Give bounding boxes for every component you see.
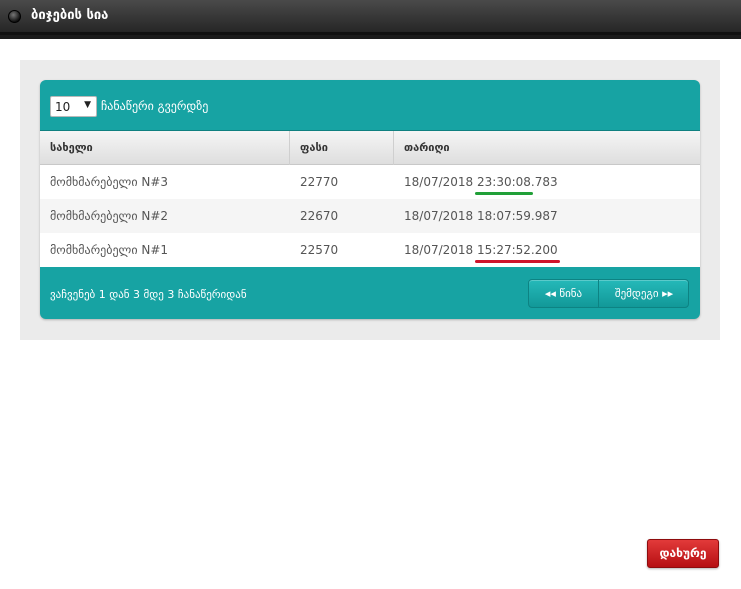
bids-table-card: 10 ▼ ჩანაწერი გვერდზე სახელი ფასი თარიღი…: [40, 80, 700, 319]
cell-price: 22770: [300, 175, 339, 189]
cell-date: 18/07/2018 15:27:52.200: [394, 233, 700, 267]
cell-date-day: 18/07/2018: [404, 175, 474, 189]
window-titlebar: ბიჯების სია: [0, 0, 741, 35]
cell-time-ms: .200: [530, 243, 558, 257]
cell-time-ms: .783: [530, 175, 558, 189]
cell-date: 18/07/2018 23:30:08.783: [394, 165, 700, 199]
cell-time: 23:30:08: [477, 175, 531, 189]
cell-date-time-highlighted: 15:27:52.200: [475, 233, 560, 267]
cell-name: მომხმარებელი N#2: [50, 209, 169, 223]
page-size-value: 10: [55, 100, 71, 114]
next-page-button[interactable]: შემდეგი ▸▸: [599, 280, 689, 307]
close-button[interactable]: დახურე: [647, 539, 719, 568]
column-header-price[interactable]: ფასი: [290, 131, 394, 165]
bids-table: სახელი ფასი თარიღი მომხმარებელი N#3 2277…: [40, 130, 700, 267]
table-info-text: ვაჩვენებ 1 დან 3 მდე 3 ჩანაწერიდან: [50, 288, 247, 301]
column-header-name[interactable]: სახელი: [40, 131, 290, 165]
chevron-down-icon: ▼: [84, 100, 91, 110]
column-header-date[interactable]: თარიღი: [394, 131, 700, 165]
previous-page-button[interactable]: ◂◂ წინა: [529, 280, 599, 307]
cell-name: მომხმარებელი N#1: [50, 243, 169, 257]
table-head: სახელი ფასი თარიღი: [40, 130, 700, 165]
cell-price: 22670: [300, 209, 339, 223]
pagination: ◂◂ წინა შემდეგი ▸▸: [528, 279, 689, 308]
titlebar-divider: [0, 35, 741, 39]
cell-time: 15:27:52: [477, 243, 531, 257]
table-row: მომხმარებელი N#2 22670 18/07/2018 18:07:…: [40, 199, 700, 233]
table-footer-bar: ვაჩვენებ 1 დან 3 მდე 3 ჩანაწერიდან ◂◂ წი…: [40, 267, 700, 319]
window-status-icon: [8, 10, 21, 23]
table-header-bar: 10 ▼ ჩანაწერი გვერდზე: [40, 80, 700, 130]
window-title: ბიჯების სია: [31, 8, 109, 23]
cell-date-day: 18/07/2018: [404, 243, 474, 257]
table-row: მომხმარებელი N#3 22770 18/07/2018 23:30:…: [40, 165, 700, 199]
table-row: მომხმარებელი N#1 22570 18/07/2018 15:27:…: [40, 233, 700, 267]
page-size-select[interactable]: 10 ▼: [50, 96, 97, 117]
cell-date-time-highlighted: 23:30:08: [475, 165, 533, 199]
cell-price: 22570: [300, 243, 339, 257]
page-size-label: ჩანაწერი გვერდზე: [101, 99, 209, 113]
cell-name: მომხმარებელი N#3: [50, 175, 169, 189]
cell-date: 18/07/2018 18:07:59.987: [394, 199, 700, 233]
cell-date-day: 18/07/2018: [404, 209, 474, 223]
cell-time: 18:07:59: [477, 209, 531, 223]
cell-time-ms: .987: [530, 209, 558, 223]
